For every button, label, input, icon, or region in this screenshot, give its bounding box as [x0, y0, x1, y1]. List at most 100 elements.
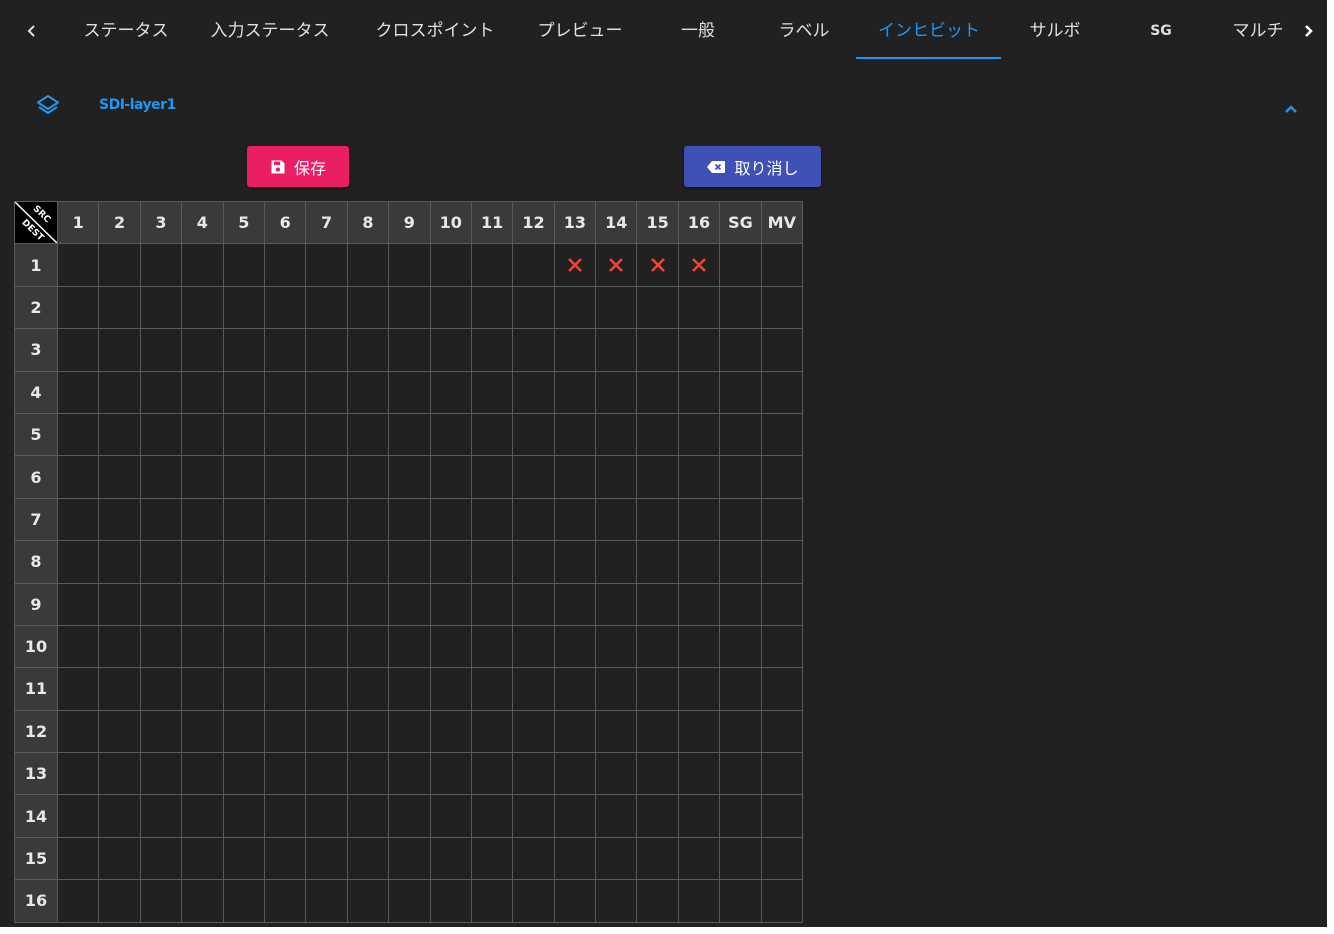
inhibit-cell[interactable] [553, 582, 597, 626]
inhibit-cell[interactable] [305, 412, 348, 457]
tab-sg[interactable]: SG [1146, 0, 1176, 62]
inhibit-cell[interactable] [181, 752, 224, 796]
inhibit-cell[interactable] [760, 328, 804, 372]
inhibit-cell[interactable] [595, 709, 638, 754]
inhibit-cell[interactable] [222, 285, 265, 330]
inhibit-cell[interactable] [139, 752, 183, 796]
inhibit-cell[interactable] [429, 412, 472, 457]
inhibit-cell[interactable] [636, 794, 679, 838]
inhibit-cell[interactable] [98, 370, 141, 414]
inhibit-cell[interactable] [139, 455, 183, 499]
inhibit-cell[interactable] [305, 497, 348, 542]
inhibit-cell[interactable] [470, 794, 514, 838]
inhibit-cell[interactable] [98, 582, 141, 626]
inhibit-cell[interactable] [553, 836, 597, 881]
inhibit-cell[interactable] [429, 836, 472, 881]
inhibit-cell[interactable] [636, 752, 679, 796]
inhibit-cell[interactable] [429, 752, 472, 796]
inhibit-cell[interactable] [470, 328, 514, 372]
inhibit-cell[interactable] [222, 794, 265, 838]
inhibit-cell[interactable] [181, 624, 224, 669]
inhibit-cell[interactable] [263, 667, 307, 711]
inhibit-cell[interactable] [181, 285, 224, 330]
inhibit-cell[interactable] [139, 540, 183, 584]
inhibit-cell[interactable] [388, 540, 431, 584]
inhibit-cell[interactable] [512, 709, 555, 754]
inhibit-cell[interactable] [470, 879, 514, 923]
tab-label[interactable]: ラベル [775, 0, 833, 62]
inhibit-cell[interactable] [719, 328, 762, 372]
inhibit-cell[interactable] [263, 836, 307, 881]
inhibit-cell[interactable] [470, 709, 514, 754]
tab-salvo[interactable]: サルボ [1026, 0, 1084, 62]
inhibit-cell[interactable] [305, 243, 348, 287]
inhibit-cell[interactable] [346, 455, 390, 499]
save-button[interactable]: 保存 [247, 146, 349, 187]
inhibit-cell[interactable] [346, 667, 390, 711]
inhibit-cell[interactable] [595, 497, 638, 542]
inhibit-cell[interactable] [595, 243, 638, 287]
inhibit-cell[interactable] [760, 752, 804, 796]
inhibit-cell[interactable] [595, 455, 638, 499]
inhibit-cell[interactable] [595, 285, 638, 330]
inhibit-cell[interactable] [305, 709, 348, 754]
inhibit-cell[interactable] [719, 836, 762, 881]
inhibit-cell[interactable] [305, 667, 348, 711]
inhibit-cell[interactable] [677, 836, 721, 881]
inhibit-cell[interactable] [760, 370, 804, 414]
inhibit-cell[interactable] [429, 455, 472, 499]
inhibit-cell[interactable] [263, 582, 307, 626]
inhibit-cell[interactable] [636, 455, 679, 499]
inhibit-cell[interactable] [181, 328, 224, 372]
inhibit-cell[interactable] [56, 836, 100, 881]
inhibit-cell[interactable] [512, 370, 555, 414]
tab-general[interactable]: 一般 [678, 0, 718, 62]
inhibit-cell[interactable] [553, 794, 597, 838]
inhibit-cell[interactable] [719, 497, 762, 542]
inhibit-cell[interactable] [98, 667, 141, 711]
inhibit-cell[interactable] [139, 794, 183, 838]
inhibit-cell[interactable] [760, 285, 804, 330]
inhibit-cell[interactable] [305, 794, 348, 838]
inhibit-cell[interactable] [56, 879, 100, 923]
inhibit-cell[interactable] [98, 540, 141, 584]
inhibit-cell[interactable] [222, 540, 265, 584]
inhibit-cell[interactable] [56, 624, 100, 669]
inhibit-cell[interactable] [719, 667, 762, 711]
inhibit-cell[interactable] [553, 243, 597, 287]
inhibit-cell[interactable] [512, 497, 555, 542]
inhibit-cell[interactable] [181, 836, 224, 881]
inhibit-cell[interactable] [429, 243, 472, 287]
inhibit-cell[interactable] [553, 752, 597, 796]
inhibit-cell[interactable] [56, 285, 100, 330]
tab-input-status[interactable]: 入力ステータス [206, 0, 334, 62]
inhibit-cell[interactable] [98, 243, 141, 287]
cancel-button[interactable]: 取り消し [684, 146, 821, 187]
inhibit-cell[interactable] [595, 370, 638, 414]
inhibit-cell[interactable] [222, 370, 265, 414]
inhibit-cell[interactable] [553, 540, 597, 584]
inhibit-cell[interactable] [677, 412, 721, 457]
inhibit-cell[interactable] [470, 285, 514, 330]
inhibit-cell[interactable] [636, 624, 679, 669]
inhibit-cell[interactable] [512, 794, 555, 838]
inhibit-cell[interactable] [512, 879, 555, 923]
inhibit-cell[interactable] [677, 667, 721, 711]
inhibit-cell[interactable] [346, 794, 390, 838]
inhibit-cell[interactable] [346, 497, 390, 542]
inhibit-cell[interactable] [719, 709, 762, 754]
inhibit-cell[interactable] [677, 794, 721, 838]
inhibit-cell[interactable] [595, 540, 638, 584]
inhibit-cell[interactable] [553, 285, 597, 330]
inhibit-cell[interactable] [222, 328, 265, 372]
inhibit-cell[interactable] [760, 624, 804, 669]
inhibit-cell[interactable] [677, 624, 721, 669]
inhibit-cell[interactable] [305, 328, 348, 372]
inhibit-cell[interactable] [677, 540, 721, 584]
inhibit-cell[interactable] [98, 412, 141, 457]
inhibit-cell[interactable] [553, 709, 597, 754]
inhibit-cell[interactable] [512, 328, 555, 372]
inhibit-cell[interactable] [470, 582, 514, 626]
inhibit-cell[interactable] [636, 243, 679, 287]
inhibit-cell[interactable] [181, 709, 224, 754]
